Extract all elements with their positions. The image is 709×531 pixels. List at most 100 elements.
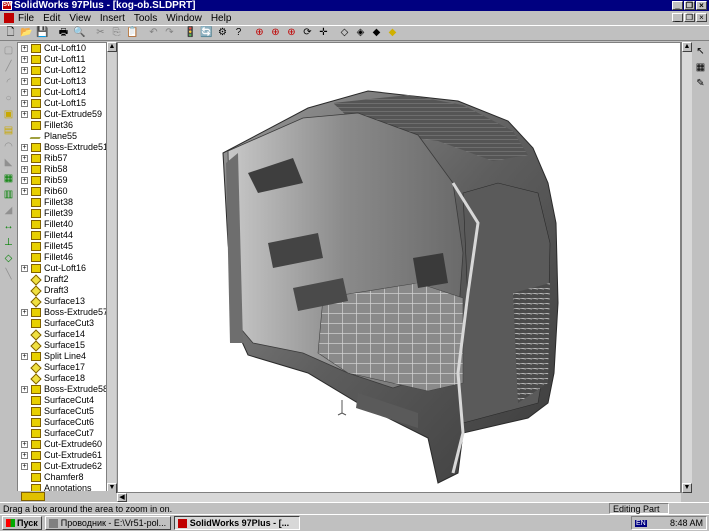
feature-tree-item[interactable]: + Split Line4 (18, 351, 115, 362)
feature-tree-item[interactable]: Surface15 (18, 339, 115, 352)
feature-tree-item[interactable]: + Boss-Extrude51 (18, 142, 115, 153)
expand-toggle[interactable]: + (21, 441, 28, 448)
expand-toggle[interactable]: + (21, 144, 28, 151)
feature-tree-item[interactable]: Fillet44 (18, 230, 115, 241)
graphics-viewport[interactable] (117, 42, 681, 493)
feature-tree-item[interactable]: + Cut-Extrude59 (18, 109, 115, 120)
expand-toggle[interactable]: + (21, 78, 28, 85)
feature-tree-item[interactable]: + Cut-Loft12 (18, 65, 115, 76)
feature-tree-item[interactable]: + Cut-Loft11 (18, 54, 115, 65)
arc-icon[interactable]: ◜ (2, 76, 16, 89)
select-pointer-icon[interactable]: ↖ (694, 45, 708, 58)
extrude-icon[interactable]: ▣ (2, 108, 16, 121)
feature-tree-item[interactable]: Chamfer8 (18, 472, 115, 483)
open-icon[interactable]: 📂 (19, 26, 34, 40)
print-preview-icon[interactable]: 🔍 (72, 26, 87, 40)
document-icon[interactable] (4, 13, 14, 23)
menu-window[interactable]: Window (166, 13, 202, 24)
feature-tree-item[interactable]: + Boss-Extrude58 (18, 384, 115, 395)
feature-tree-item[interactable]: + Rib59 (18, 175, 115, 186)
feature-tree-item[interactable]: SurfaceCut7 (18, 428, 115, 439)
expand-toggle[interactable]: + (21, 353, 28, 360)
feature-tree-item[interactable]: Fillet38 (18, 197, 115, 208)
shell-icon[interactable]: ▦ (2, 172, 16, 185)
expand-toggle[interactable]: + (21, 56, 28, 63)
feature-tree-item[interactable]: + Cut-Loft14 (18, 87, 115, 98)
cut-feature-icon[interactable]: ▤ (2, 124, 16, 137)
dimension-icon[interactable]: ↔ (2, 220, 16, 233)
feature-tree-item[interactable]: Surface18 (18, 372, 115, 385)
expand-toggle[interactable]: + (21, 45, 28, 52)
solidworks-app-icon[interactable]: SW (2, 1, 13, 10)
close-button[interactable]: × (696, 1, 707, 10)
feature-tree-item[interactable]: SurfaceCut4 (18, 395, 115, 406)
tree-horizontal-scrollbar[interactable] (17, 491, 116, 502)
undo-icon[interactable]: ↶ (146, 26, 161, 40)
feature-tree-item[interactable]: + Cut-Loft16 (18, 263, 115, 274)
feature-tree-item[interactable]: Draft3 (18, 284, 115, 297)
menu-view[interactable]: View (69, 13, 91, 24)
tree-scroll-up-button[interactable]: ▲ (107, 42, 117, 52)
feature-tree-item[interactable]: + Boss-Extrude57 (18, 307, 115, 318)
expand-toggle[interactable]: + (21, 188, 28, 195)
taskbar-explorer-button[interactable]: Проводник - E:\Vr51-pol... (44, 516, 171, 530)
print-icon[interactable]: 🖶 (56, 26, 71, 40)
feature-tree-item[interactable]: + Cut-Loft15 (18, 98, 115, 109)
line-icon[interactable]: ╱ (2, 60, 16, 73)
rotate-icon[interactable]: ⟳ (300, 26, 315, 40)
feature-tree-item[interactable]: + Rib60 (18, 186, 115, 197)
viewport-scroll-left-button[interactable]: ◀ (117, 493, 127, 502)
redraw-icon[interactable]: 🔄 (199, 26, 214, 40)
start-button[interactable]: Пуск (2, 516, 42, 530)
zoom-in-out-icon[interactable]: ⊕ (284, 26, 299, 40)
feature-tree-item[interactable]: Fillet36 (18, 120, 115, 131)
redo-icon[interactable]: ↷ (162, 26, 177, 40)
new-icon[interactable]: 🗋 (3, 26, 18, 40)
fillet-tool-icon[interactable]: ◠ (2, 140, 16, 153)
rebuild-icon[interactable]: 🚦 (183, 26, 198, 40)
viewport-vertical-scrollbar[interactable]: ▲ ▼ (681, 42, 692, 493)
minimize-button[interactable]: _ (672, 1, 683, 10)
feature-tree-item[interactable]: + Cut-Extrude60 (18, 439, 115, 450)
paste-icon[interactable]: 📋 (125, 26, 140, 40)
pan-icon[interactable]: ✛ (316, 26, 331, 40)
hidden-removed-icon[interactable]: ◆ (369, 26, 384, 40)
expand-toggle[interactable]: + (21, 265, 28, 272)
doc-restore-button[interactable]: ❐ (684, 13, 695, 22)
feature-tree-item[interactable]: SurfaceCut3 (18, 318, 115, 329)
copy-icon[interactable]: ⎘ (109, 26, 124, 40)
feature-tree-item[interactable]: + Rib57 (18, 153, 115, 164)
viewport-scroll-up-button[interactable]: ▲ (682, 42, 692, 52)
feature-tree-item[interactable]: + Cut-Extrude62 (18, 461, 115, 472)
feature-tree-item[interactable]: Surface14 (18, 328, 115, 341)
expand-toggle[interactable]: + (21, 111, 28, 118)
taskbar-solidworks-button[interactable]: SolidWorks 97Plus - [... (173, 516, 300, 530)
whats-this-icon[interactable]: ? (231, 26, 246, 40)
expand-toggle[interactable]: + (21, 166, 28, 173)
zoom-fit-icon[interactable]: ⊕ (252, 26, 267, 40)
expand-toggle[interactable]: + (21, 155, 28, 162)
expand-toggle[interactable]: + (21, 309, 28, 316)
sketch-pencil-icon[interactable]: ✎ (694, 77, 708, 90)
expand-toggle[interactable]: + (21, 386, 28, 393)
save-icon[interactable]: 💾 (35, 26, 50, 40)
rib-tool-icon[interactable]: ▥ (2, 188, 16, 201)
menu-file[interactable]: File (18, 13, 34, 24)
tree-scroll-thumb[interactable] (21, 492, 45, 501)
expand-toggle[interactable]: + (21, 67, 28, 74)
feature-tree-item[interactable]: Surface13 (18, 295, 115, 308)
feature-tree-item[interactable]: + Cut-Loft10 (18, 43, 115, 54)
feature-tree-item[interactable]: SurfaceCut5 (18, 406, 115, 417)
feature-tree-item[interactable]: Plane55 (18, 131, 115, 142)
circle-icon[interactable]: ○ (2, 92, 16, 105)
grid-icon[interactable]: ▦ (694, 61, 708, 74)
feature-tree-item[interactable]: + Cut-Extrude61 (18, 450, 115, 461)
plane-tool-icon[interactable]: ◇ (2, 252, 16, 265)
zoom-area-icon[interactable]: ⊕ (268, 26, 283, 40)
feature-tree-item[interactable]: + Rib58 (18, 164, 115, 175)
restore-button[interactable]: ❐ (684, 1, 695, 10)
draft-tool-icon[interactable]: ◢ (2, 204, 16, 217)
feature-tree-item[interactable]: SurfaceCut6 (18, 417, 115, 428)
feature-tree-item[interactable]: Draft2 (18, 273, 115, 286)
expand-toggle[interactable]: + (21, 463, 28, 470)
